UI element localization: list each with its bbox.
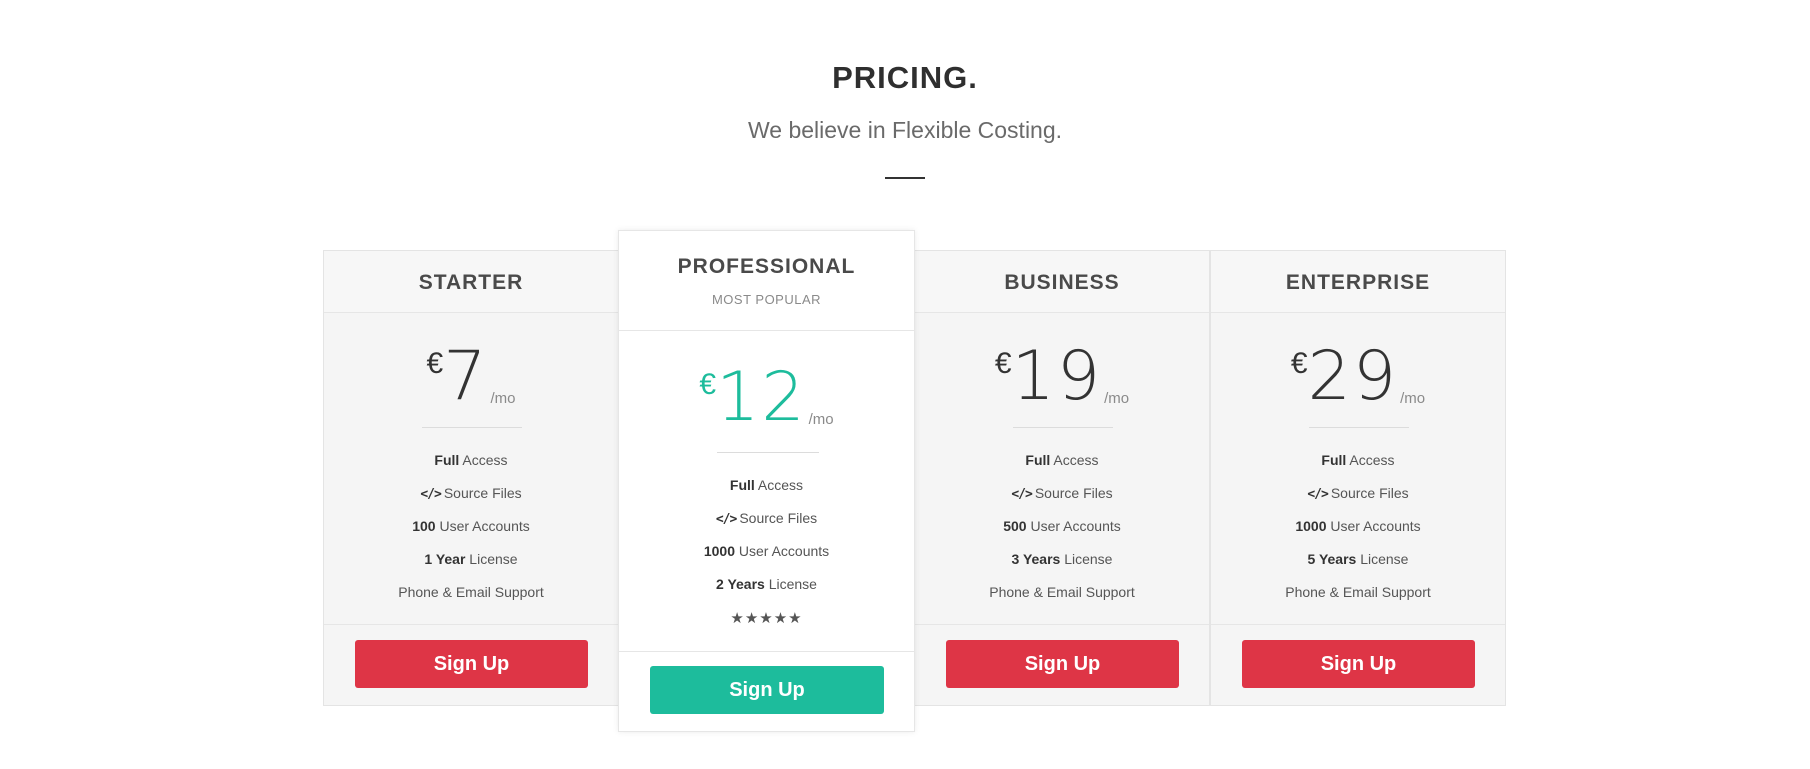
currency-symbol: € [699,368,717,401]
page-title: PRICING. [832,60,978,95]
feature-item: 1000 User Accounts [703,543,830,559]
feature-item: 1000 User Accounts [1295,518,1421,534]
code-icon: </> [715,512,738,527]
plan-price: €12/mo [619,364,914,432]
price-period: /mo [1104,390,1130,407]
pricing-card-professional: PROFESSIONAL MOST POPULAR €12/mo Full Ac… [618,230,915,732]
sign-up-button[interactable]: Sign Up [946,640,1179,688]
feature-item: 3 Years License [1011,551,1113,567]
plan-name: PROFESSIONAL [677,255,856,278]
feature-item: </> Source Files [420,485,522,502]
price-period: /mo [808,411,834,428]
currency-symbol: € [426,347,444,380]
plan-name: BUSINESS [1004,271,1120,294]
price-divider [1309,427,1409,428]
feature-item: </> Source Files [1011,485,1113,502]
code-icon: </> [1011,487,1033,502]
card-header: ENTERPRISE [1211,251,1505,313]
star-rating: ★★★★★ [730,610,803,627]
plan-price: €7/mo [324,343,618,411]
feature-item: Phone & Email Support [989,584,1135,600]
sign-up-button[interactable]: Sign Up [1242,640,1475,688]
currency-symbol: € [994,347,1012,380]
feature-list: Full Access </> Source Files 500 User Acc… [915,444,1209,609]
most-popular-label: MOST POPULAR [711,292,822,307]
price-amount: 7 [443,337,489,416]
price-amount: 19 [1011,337,1103,416]
plan-price: €19/mo [915,343,1209,411]
feature-item: 1 Year License [424,551,518,567]
feature-list: Full Access </> Source Files 1000 User Ac… [1211,444,1505,609]
feature-item: 5 Years License [1307,551,1409,567]
card-header: STARTER [324,251,618,313]
feature-item: Phone & Email Support [398,584,544,600]
price-divider [1013,427,1113,428]
price-period: /mo [1400,390,1426,407]
code-icon: </> [420,487,442,502]
feature-list: Full Access </> Source Files 1000 User Ac… [619,469,914,601]
title-divider [885,177,925,179]
pricing-card-starter: STARTER €7/mo Full Access </> Source File… [323,250,619,706]
sign-up-button[interactable]: Sign Up [355,640,588,688]
price-divider [422,427,522,428]
feature-item: Full Access [1321,452,1395,468]
feature-item: 2 Years License [716,576,817,592]
price-amount: 12 [716,358,807,437]
feature-item: </> Source Files [1307,485,1409,502]
page-subtitle: We believe in Flexible Costing. [747,117,1063,143]
card-header: PROFESSIONAL MOST POPULAR [619,231,914,331]
feature-item: Phone & Email Support [1285,584,1431,600]
feature-item: 100 User Accounts [412,518,530,534]
price-divider [717,452,819,453]
plan-name: STARTER [418,271,524,294]
price-amount: 29 [1307,337,1399,416]
code-icon: </> [1307,487,1329,502]
pricing-card-business: BUSINESS €19/mo Full Access </> Source Fi… [914,250,1210,706]
feature-item: Full Access [1025,452,1099,468]
pricing-card-enterprise: ENTERPRISE €29/mo Full Access </> Source … [1210,250,1506,706]
plan-price: €29/mo [1211,343,1505,411]
feature-item: 500 User Accounts [1003,518,1121,534]
plan-name: ENTERPRISE [1285,271,1431,294]
currency-symbol: € [1290,347,1308,380]
feature-item: Full Access [729,477,804,493]
feature-item: </> Source Files [715,510,818,527]
feature-item: Full Access [434,452,508,468]
feature-list: Full Access </> Source Files 100 User Acc… [324,444,618,609]
price-period: /mo [490,390,516,407]
sign-up-button[interactable]: Sign Up [650,666,884,714]
card-header: BUSINESS [915,251,1209,313]
